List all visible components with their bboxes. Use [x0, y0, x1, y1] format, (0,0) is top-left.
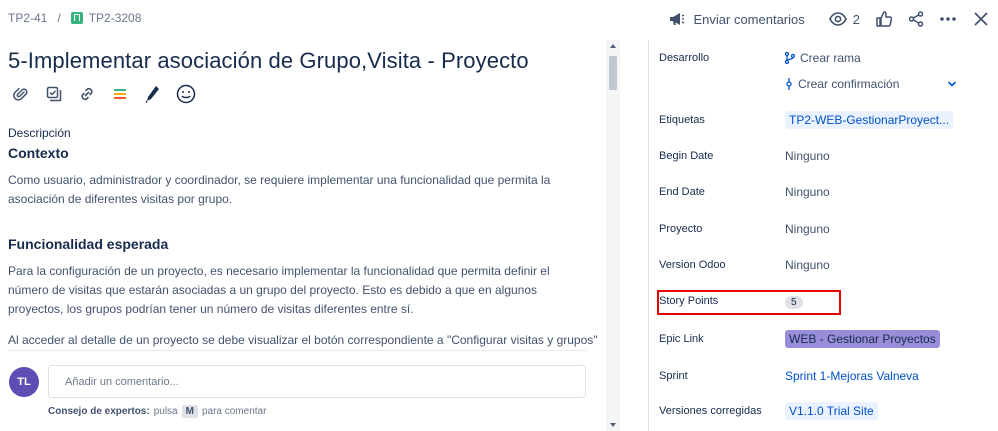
- comment-input[interactable]: [49, 366, 585, 397]
- scroll-thumb[interactable]: [609, 56, 617, 90]
- link-icon: [81, 87, 93, 101]
- avatar[interactable]: TL: [9, 367, 39, 397]
- epic-link-label: Epic Link: [659, 333, 704, 345]
- scroll-down-arrow[interactable]: [610, 423, 616, 427]
- begin-date-label: Begin Date: [659, 150, 714, 162]
- status-lines-button[interactable]: [109, 83, 131, 105]
- epic-link-value[interactable]: WEB - Gestionar Proyectos: [785, 330, 940, 348]
- create-branch-link[interactable]: Crear rama: [785, 51, 861, 65]
- tip-text-2: para comentar: [201, 406, 267, 417]
- tip-text-1: pulsa: [153, 406, 178, 417]
- version-odoo-label: Version Odoo: [659, 259, 726, 271]
- fix-versions-value[interactable]: V1.1.0 Trial Site: [785, 402, 878, 420]
- sprint-label: Sprint: [659, 370, 688, 382]
- breadcrumb: TP2-41 / TP2-3208: [8, 11, 141, 25]
- keyboard-shortcut-key: M: [181, 405, 198, 418]
- story-points-row: Story Points 5: [649, 293, 971, 309]
- scroll-up-arrow[interactable]: [610, 44, 616, 48]
- breadcrumb-current-link[interactable]: TP2-3208: [89, 11, 142, 25]
- smiley-icon: [176, 84, 196, 104]
- share-button[interactable]: [908, 11, 924, 27]
- project-row: Proyecto Ninguno: [649, 221, 971, 237]
- watch-button[interactable]: 2: [828, 11, 860, 27]
- begin-date-value[interactable]: Ninguno: [785, 149, 830, 163]
- development-row: Desarrollo Crear rama: [649, 50, 971, 66]
- more-icon: [940, 17, 956, 21]
- create-commit-link[interactable]: Crear confirmación: [785, 77, 899, 91]
- labels-label: Etiquetas: [659, 114, 705, 126]
- end-date-row: End Date Ninguno: [649, 184, 971, 200]
- story-type-icon: [70, 12, 83, 24]
- end-date-label: End Date: [659, 186, 705, 198]
- fix-versions-row: Versiones corregidas V1.1.0 Trial Site: [649, 402, 971, 420]
- create-commit-label: Crear confirmación: [798, 77, 900, 91]
- project-label: Proyecto: [659, 223, 703, 235]
- pen-icon: [145, 86, 159, 103]
- like-button[interactable]: [876, 11, 892, 27]
- expected-functionality-text: Para la configuración de un proyecto, es…: [8, 264, 550, 316]
- megaphone-icon: [670, 13, 685, 25]
- emoji-button[interactable]: [175, 83, 197, 105]
- thumbs-up-icon: [876, 11, 892, 27]
- story-points-badge[interactable]: 5: [785, 295, 803, 309]
- context-heading: Contexto: [8, 145, 69, 161]
- share-icon: [908, 11, 924, 27]
- create-branch-label: Crear rama: [800, 51, 861, 65]
- details-panel: Desarrollo Crear rama Crear confirmación…: [648, 40, 970, 431]
- development-label: Desarrollo: [659, 52, 710, 64]
- link-issue-button[interactable]: [76, 83, 98, 105]
- content-scrollbar[interactable]: [606, 40, 620, 431]
- sprint-link[interactable]: Sprint 1-Mejoras Valneva: [785, 369, 919, 383]
- more-actions-button[interactable]: [940, 17, 956, 21]
- subtask-button[interactable]: [43, 83, 65, 105]
- feedback-button[interactable]: Enviar comentarios: [669, 11, 805, 27]
- story-points-value[interactable]: 5: [785, 294, 803, 309]
- subtask-icon: [46, 86, 62, 102]
- watchers-count: 2: [852, 11, 860, 27]
- sprint-row: Sprint Sprint 1-Mejoras Valneva: [649, 368, 971, 384]
- fix-versions-label: Versiones corregidas: [659, 405, 762, 417]
- comment-tip: Consejo de expertos: pulsa M para coment…: [48, 405, 266, 418]
- description-label: Descripción: [8, 126, 71, 140]
- header-actions: Enviar comentarios 2: [669, 8, 988, 30]
- breadcrumb-separator: /: [57, 11, 61, 25]
- attach-button[interactable]: [10, 83, 32, 105]
- create-commit-row: Crear confirmación: [649, 76, 971, 92]
- version-odoo-row: Version Odoo Ninguno: [649, 257, 971, 273]
- quick-add-toolbar: [10, 83, 197, 105]
- paperclip-icon: [13, 87, 28, 101]
- issue-title[interactable]: 5-Implementar asociación de Grupo,Visita…: [8, 48, 529, 74]
- labels-value[interactable]: TP2-WEB-GestionarProyect...: [785, 111, 954, 129]
- begin-date-row: Begin Date Ninguno: [649, 148, 971, 164]
- epic-lozenge[interactable]: WEB - Gestionar Proyectos: [785, 330, 940, 348]
- label-tag[interactable]: TP2-WEB-GestionarProyect...: [785, 111, 954, 129]
- end-date-value[interactable]: Ninguno: [785, 185, 830, 199]
- tip-bold: Consejo de expertos:: [48, 406, 150, 417]
- branch-icon: [785, 52, 795, 64]
- content-divider: [8, 350, 588, 351]
- issue-header: TP2-41 / TP2-3208 Enviar comentarios 2: [0, 0, 998, 38]
- expected-functionality-heading: Funcionalidad esperada: [8, 236, 169, 252]
- close-button[interactable]: [974, 12, 988, 26]
- breadcrumb-parent-link[interactable]: TP2-41: [8, 11, 47, 25]
- labels-row: Etiquetas TP2-WEB-GestionarProyect...: [649, 111, 971, 129]
- expected-functionality-text-2: Al acceder al detalle de un proyecto se …: [8, 333, 598, 347]
- colored-lines-icon: [114, 89, 126, 99]
- project-value[interactable]: Ninguno: [785, 222, 830, 236]
- epic-link-row: Epic Link WEB - Gestionar Proyectos: [649, 330, 971, 348]
- commit-icon: [786, 78, 792, 90]
- version-odoo-value[interactable]: Ninguno: [785, 258, 830, 272]
- issue-main-content: 5-Implementar asociación de Grupo,Visita…: [0, 40, 622, 431]
- story-points-label: Story Points: [659, 295, 719, 307]
- eye-icon: [828, 12, 847, 26]
- feedback-label: Enviar comentarios: [693, 11, 805, 27]
- fix-version-tag[interactable]: V1.1.0 Trial Site: [785, 402, 878, 420]
- chevron-down-icon[interactable]: [947, 80, 957, 88]
- close-icon: [974, 12, 988, 26]
- comment-box[interactable]: [48, 365, 586, 398]
- edit-button[interactable]: [142, 83, 164, 105]
- context-text: Como usuario, administrador y coordinado…: [8, 173, 551, 206]
